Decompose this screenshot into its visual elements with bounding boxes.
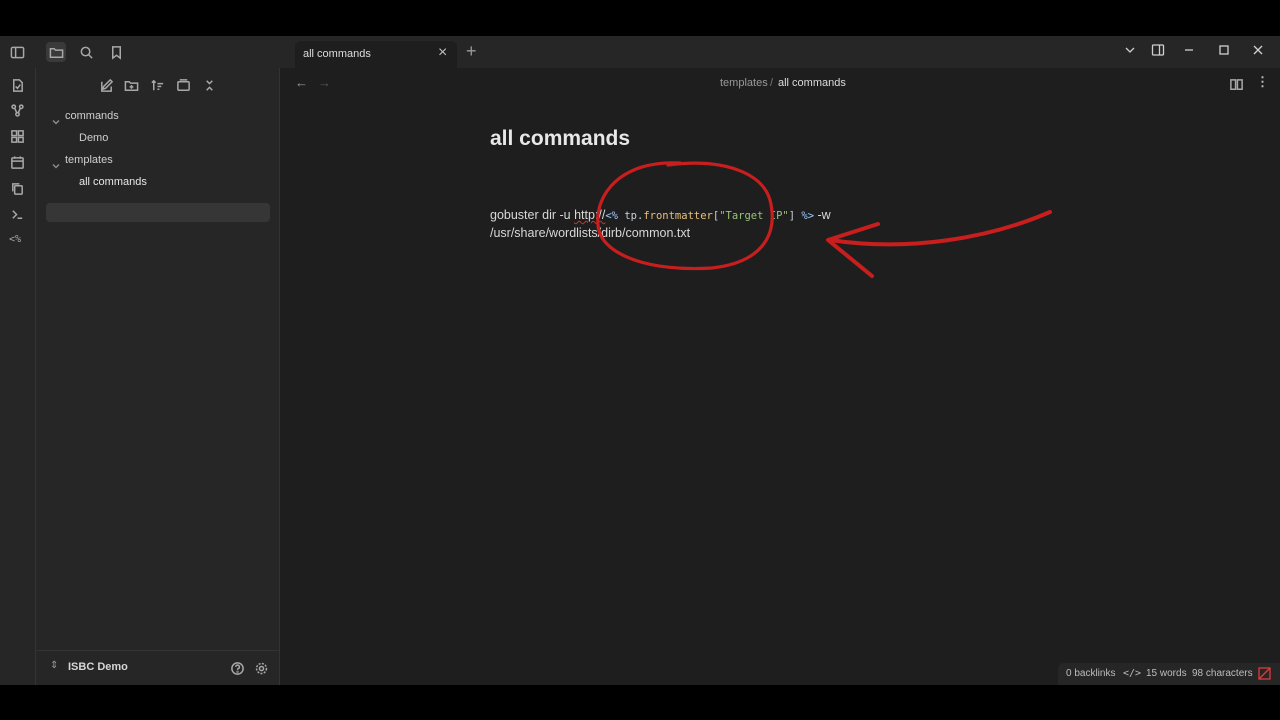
- tree-file-demo[interactable]: Demo: [79, 132, 108, 144]
- tree-folder-commands[interactable]: commands: [65, 110, 119, 122]
- new-note-icon[interactable]: [97, 76, 115, 94]
- copy-icon[interactable]: [8, 179, 26, 197]
- tab-all-commands[interactable]: all commands ×: [295, 41, 457, 68]
- chevron-down-icon[interactable]: [52, 157, 60, 169]
- new-tab-icon[interactable]: +: [466, 41, 477, 62]
- forward-arrow-icon[interactable]: →: [318, 75, 331, 90]
- note-line-2[interactable]: /usr/share/wordlists/dirb/common.txt: [490, 226, 690, 240]
- status-bar: 0 backlinks </> 15 words 98 characters: [1058, 663, 1280, 685]
- help-icon[interactable]: [228, 659, 246, 677]
- backlinks-count[interactable]: 0 backlinks: [1066, 668, 1115, 679]
- breadcrumb-file[interactable]: all commands: [778, 77, 846, 89]
- tree-folder-templates[interactable]: templates: [65, 154, 113, 166]
- settings-gear-icon[interactable]: [252, 659, 270, 677]
- templater-string: "Target IP": [719, 210, 789, 222]
- templater-bracket-close: ]: [788, 210, 802, 222]
- word-count: 15 words: [1146, 668, 1187, 679]
- command-palette-icon[interactable]: [8, 205, 26, 223]
- new-folder-icon[interactable]: [122, 76, 140, 94]
- templater-property: frontmatter: [643, 210, 713, 222]
- source-mode-code-icon[interactable]: </>: [1123, 668, 1141, 679]
- vault-footer: ⇕ ISBC Demo: [36, 650, 279, 685]
- collapse-all-icon[interactable]: [200, 76, 218, 94]
- right-sidebar-toggle-icon[interactable]: [1151, 43, 1169, 61]
- editor-pane[interactable]: all commands gobuster dir -u http://<% t…: [280, 100, 1280, 685]
- command-text: gobuster dir -u: [490, 208, 575, 222]
- obsidian-window: all commands × + <% commands Demo templa…: [0, 36, 1280, 685]
- chevron-down-icon[interactable]: [52, 113, 60, 125]
- canvas-icon[interactable]: [8, 127, 26, 145]
- tree-file-all-commands[interactable]: all commands: [79, 176, 147, 188]
- breadcrumb-separator: /: [770, 77, 774, 89]
- templater-icon[interactable]: <%: [9, 234, 21, 245]
- sort-icon[interactable]: [148, 76, 166, 94]
- note-line-1[interactable]: gobuster dir -u http://<% tp.frontmatter…: [490, 208, 831, 222]
- note-title[interactable]: all commands: [490, 127, 630, 151]
- templater-open-tag: <%: [605, 210, 619, 222]
- graph-view-icon[interactable]: [8, 101, 26, 119]
- tab-list-chevron-down-icon[interactable]: [1123, 43, 1141, 61]
- minimize-icon[interactable]: [1182, 43, 1200, 61]
- tab-title: all commands: [303, 48, 371, 60]
- sync-disabled-icon[interactable]: [1258, 667, 1271, 680]
- file-explorer-sidebar: commands Demo templates all commands ⇕ I…: [36, 68, 280, 685]
- file-explorer-folder-icon[interactable]: [46, 42, 66, 62]
- vault-name[interactable]: ISBC Demo: [68, 661, 128, 673]
- tab-bar: all commands × +: [280, 36, 1280, 68]
- search-icon[interactable]: [77, 43, 95, 61]
- maximize-icon[interactable]: [1217, 43, 1235, 61]
- view-header: ← → templates / all commands ⋮: [280, 68, 1280, 100]
- ribbon: <%: [0, 68, 36, 685]
- open-quick-switcher-icon[interactable]: [8, 76, 26, 94]
- close-window-icon[interactable]: [1251, 43, 1269, 61]
- auto-reveal-icon[interactable]: [174, 76, 192, 94]
- breadcrumb-folder[interactable]: templates: [720, 77, 768, 89]
- vault-switcher-icon[interactable]: ⇕: [50, 660, 58, 671]
- reading-view-book-icon[interactable]: [1227, 75, 1245, 93]
- sidebar-header-icons: [0, 36, 280, 68]
- templater-close-tag: %>: [801, 210, 815, 222]
- tab-close-icon[interactable]: ×: [438, 44, 447, 62]
- character-count: 98 characters: [1192, 668, 1253, 679]
- daily-notes-icon[interactable]: [8, 153, 26, 171]
- more-options-icon[interactable]: ⋮: [1256, 74, 1269, 90]
- bookmark-icon[interactable]: [107, 43, 125, 61]
- templater-object: tp.: [618, 210, 644, 222]
- command-flag: -w: [814, 208, 831, 222]
- sidebar-toggle-icon[interactable]: [8, 43, 26, 61]
- url-prefix: http://: [574, 208, 606, 222]
- back-arrow-icon[interactable]: ←: [295, 75, 308, 90]
- selected-row-highlight: [46, 203, 270, 222]
